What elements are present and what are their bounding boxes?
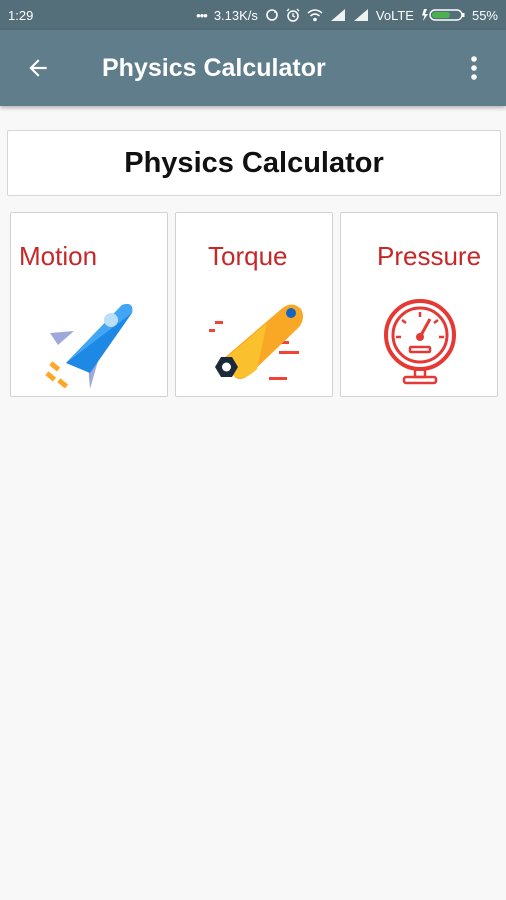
- tile-pressure[interactable]: Pressure: [340, 212, 498, 397]
- signal-icon-1: [330, 9, 346, 21]
- alarm-icon: [286, 8, 300, 22]
- sync-icon: [265, 8, 279, 22]
- status-bar: 1:29 ••• 3.13K/s VoLTE 55%: [0, 0, 506, 30]
- tile-label-torque: Torque: [208, 241, 288, 271]
- overflow-menu-button[interactable]: [454, 30, 494, 106]
- status-time: 1:29: [8, 7, 34, 23]
- wrench-icon: [209, 304, 303, 380]
- network-type: VoLTE: [375, 7, 414, 23]
- tile-label-pressure: Pressure: [377, 241, 482, 271]
- battery-icon: [421, 8, 465, 22]
- rocket-icon: [45, 304, 133, 388]
- back-button[interactable]: [8, 30, 68, 106]
- calculator-grid: Motion Torque Pressure: [10, 212, 498, 397]
- app-bar: Physics Calculator: [0, 30, 506, 106]
- tile-torque[interactable]: Torque: [175, 212, 333, 397]
- more-vert-icon: [471, 56, 477, 80]
- dots-icon: •••: [196, 7, 208, 23]
- pressure-gauge-icon: [384, 299, 456, 385]
- arrow-back-icon: [29, 59, 47, 77]
- network-speed: 3.13K/s: [213, 7, 258, 23]
- tile-motion[interactable]: Motion: [10, 212, 168, 397]
- tile-label-motion: Motion: [19, 241, 98, 271]
- app-bar-title: Physics Calculator: [102, 53, 326, 82]
- wifi-icon: [307, 8, 323, 22]
- status-indicators: ••• 3.13K/s VoLTE 55%: [196, 8, 498, 23]
- page-title: Physics Calculator: [124, 146, 384, 179]
- page-title-card: Physics Calculator: [7, 130, 501, 196]
- battery-percent: 55%: [471, 7, 498, 23]
- signal-icon-2: [353, 9, 369, 21]
